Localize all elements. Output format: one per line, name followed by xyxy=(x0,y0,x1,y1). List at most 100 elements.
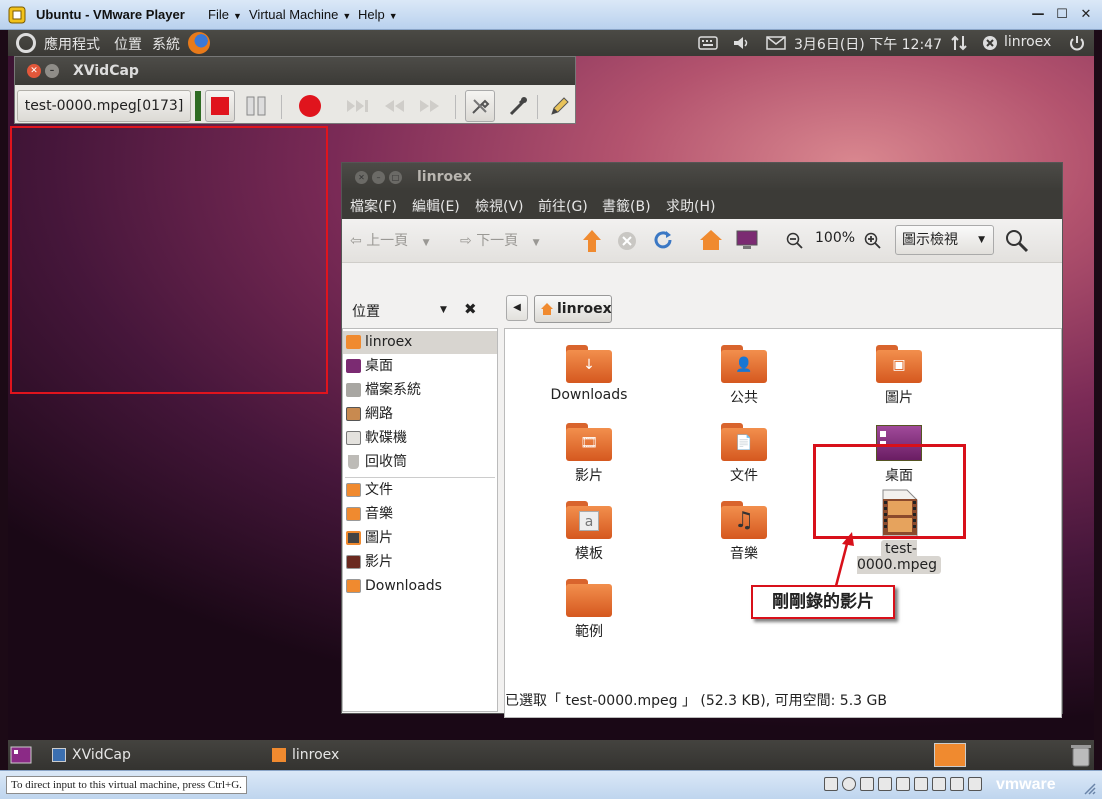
folder-downloads[interactable]: ↓ Downloads xyxy=(529,345,649,403)
annotate-button[interactable] xyxy=(545,90,575,122)
zoom-in-icon[interactable] xyxy=(864,232,882,250)
minimize-button[interactable]: — xyxy=(1028,6,1048,24)
network-icon xyxy=(346,407,361,421)
up-arrow-icon[interactable] xyxy=(582,229,602,253)
vmware-player-icon xyxy=(8,6,26,24)
show-desktop-icon[interactable] xyxy=(10,745,32,765)
close-icon[interactable]: ✕ xyxy=(355,171,368,184)
step-button[interactable] xyxy=(343,90,373,122)
menu-bookmarks[interactable]: 書籤(B) xyxy=(602,196,651,216)
fast-forward-button[interactable] xyxy=(415,90,445,122)
resize-grip-icon[interactable] xyxy=(1082,781,1096,795)
folder-examples[interactable]: 範例 xyxy=(529,579,649,641)
menu-help[interactable]: 求助(H) xyxy=(666,196,715,216)
menu-edit[interactable]: 編輯(E) xyxy=(412,196,460,216)
minimize-icon[interactable]: – xyxy=(372,171,385,184)
volume-icon[interactable] xyxy=(732,35,750,51)
user-status-icon[interactable] xyxy=(982,35,998,51)
top-panel: 應用程式 位置 系統 3月6日(日) 下午 12:47 linroex xyxy=(8,30,1094,56)
stop-icon[interactable] xyxy=(617,231,637,251)
menu-virtual-machine[interactable]: Virtual Machine ▼ xyxy=(249,7,351,22)
network-arrows-icon[interactable] xyxy=(950,34,968,52)
ubuntu-logo-icon[interactable] xyxy=(16,33,36,53)
record-button[interactable] xyxy=(295,90,325,122)
rewind-button[interactable] xyxy=(379,90,409,122)
toolbar: ⇦ 上一頁 ▼ ⇨ 下一頁 ▼ 100% 圖示檢視 ▼ xyxy=(342,219,1062,263)
folder-pictures[interactable]: ▣ 圖片 xyxy=(839,345,959,407)
menu-go[interactable]: 前往(G) xyxy=(538,196,588,216)
capture-area-frame xyxy=(10,126,328,394)
sidebar-item-desktop[interactable]: 桌面 xyxy=(343,355,497,378)
menu-applications[interactable]: 應用程式 xyxy=(44,34,100,54)
folder-documents[interactable]: 📄 文件 xyxy=(684,423,804,485)
harddisk-icon[interactable] xyxy=(824,777,838,791)
minimize-icon[interactable]: – xyxy=(45,64,59,78)
trash-icon[interactable] xyxy=(1070,742,1092,768)
workspace-switcher[interactable] xyxy=(934,743,966,767)
view-mode-select[interactable]: 圖示檢視 ▼ xyxy=(895,225,994,255)
menu-view[interactable]: 檢視(V) xyxy=(475,196,524,216)
menu-file[interactable]: File ▼ xyxy=(208,7,242,22)
zoom-out-icon[interactable] xyxy=(786,232,804,250)
sidebar-item-pictures[interactable]: 圖片 xyxy=(343,527,497,550)
pause-button[interactable] xyxy=(241,90,271,122)
sidebar-item-filesystem[interactable]: 檔案系統 xyxy=(343,379,497,402)
folder-icon: ▣ xyxy=(876,345,922,383)
back-button[interactable]: ⇦ 上一頁 ▼ xyxy=(350,230,430,250)
sidebar-close-icon[interactable]: ✖ xyxy=(464,300,477,318)
close-icon[interactable]: ✕ xyxy=(27,64,41,78)
sidebar-title[interactable]: 位置 xyxy=(352,301,380,321)
username[interactable]: linroex xyxy=(1004,34,1051,50)
sidebar-dropdown-icon[interactable]: ▼ xyxy=(440,305,447,315)
cdrom-icon[interactable] xyxy=(842,777,856,791)
reload-icon[interactable] xyxy=(652,229,674,251)
display-icon[interactable] xyxy=(950,777,964,791)
stop-button[interactable] xyxy=(205,90,235,122)
sidebar-item-floppy[interactable]: 軟碟機 xyxy=(343,427,497,450)
output-file-button[interactable]: test-0000.mpeg[0173] xyxy=(17,90,191,122)
menu-system[interactable]: 系統 xyxy=(152,34,180,54)
keyboard-icon[interactable] xyxy=(698,35,718,51)
message-icon[interactable] xyxy=(968,777,982,791)
maximize-button[interactable]: ☐ xyxy=(1052,6,1072,24)
sidebar-item-documents[interactable]: 文件 xyxy=(343,479,497,502)
home-icon xyxy=(272,748,286,762)
menu-places[interactable]: 位置 xyxy=(114,34,142,54)
sidebar-item-trash[interactable]: 回收筒 xyxy=(343,451,497,474)
close-button[interactable]: ✕ xyxy=(1076,6,1096,24)
path-left-arrow[interactable]: ◀ xyxy=(506,295,528,321)
taskbar-linroex[interactable]: linroex xyxy=(268,743,468,767)
folder-music[interactable]: ♫ 音樂 xyxy=(684,501,804,563)
sound-icon[interactable] xyxy=(932,777,946,791)
search-icon[interactable] xyxy=(1005,229,1029,253)
sidebar-item-videos[interactable]: 影片 xyxy=(343,551,497,574)
path-button-home[interactable]: linroex xyxy=(534,295,612,323)
sidebar-item-music[interactable]: 音樂 xyxy=(343,503,497,526)
floppy-icon xyxy=(346,431,361,445)
forward-button[interactable]: ⇨ 下一頁 ▼ xyxy=(460,230,540,250)
mail-icon[interactable] xyxy=(766,36,786,50)
file-manager-titlebar: ✕ – □ linroex xyxy=(342,163,1062,191)
sidebar-item-home[interactable]: linroex xyxy=(343,331,497,354)
firefox-icon[interactable] xyxy=(188,32,210,54)
menu-file[interactable]: 檔案(F) xyxy=(350,196,397,216)
ubuntu-desktop: 應用程式 位置 系統 3月6日(日) 下午 12:47 linroex ✕ – … xyxy=(8,30,1094,770)
taskbar-xvidcap[interactable]: XVidCap xyxy=(48,743,248,767)
folder-videos[interactable]: 🎞 影片 xyxy=(529,423,649,485)
printer-icon[interactable] xyxy=(896,777,910,791)
computer-icon[interactable] xyxy=(736,229,758,251)
usb-icon[interactable] xyxy=(914,777,928,791)
power-icon[interactable] xyxy=(1068,34,1086,52)
home-icon[interactable] xyxy=(699,229,723,251)
preferences-button[interactable] xyxy=(465,90,495,122)
sidebar-item-downloads[interactable]: Downloads xyxy=(343,575,497,598)
clock[interactable]: 3月6日(日) 下午 12:47 xyxy=(794,34,942,54)
maximize-icon[interactable]: □ xyxy=(389,171,402,184)
network-adapter-icon[interactable] xyxy=(878,777,892,791)
folder-public[interactable]: 👤 公共 xyxy=(684,345,804,407)
sidebar-item-network[interactable]: 網路 xyxy=(343,403,497,426)
select-area-button[interactable] xyxy=(503,90,533,122)
folder-templates[interactable]: a 模板 xyxy=(529,501,649,563)
menu-help[interactable]: Help ▼ xyxy=(358,7,398,22)
floppy-icon[interactable] xyxy=(860,777,874,791)
